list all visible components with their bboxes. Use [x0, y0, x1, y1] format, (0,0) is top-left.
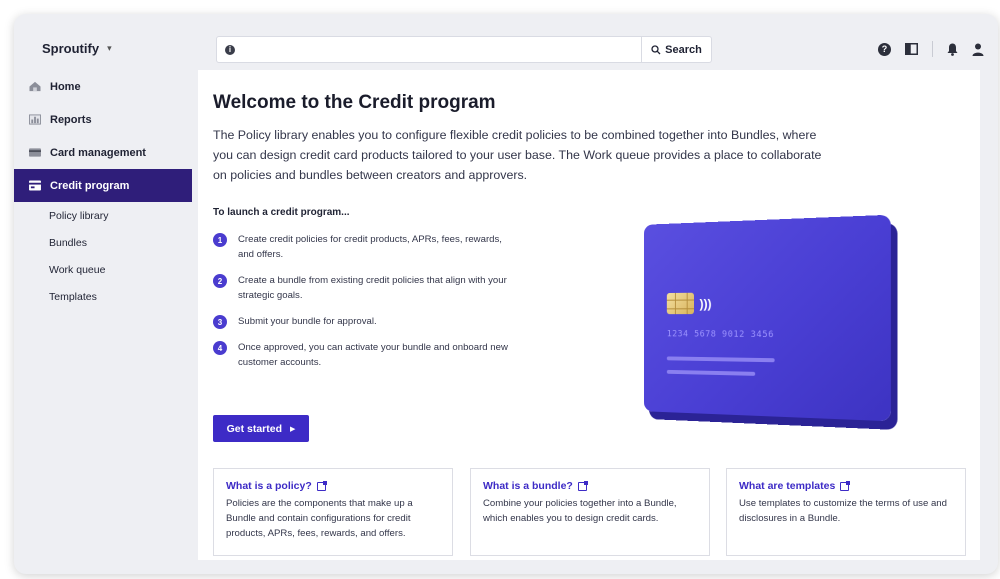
info-card-title: What is a policy? — [226, 480, 312, 492]
step-text: Once approved, you can activate your bun… — [238, 342, 508, 368]
external-link-icon — [316, 480, 327, 491]
intro-text: The Policy library enables you to config… — [213, 128, 822, 182]
contactless-icon: ))) — [699, 296, 712, 312]
org-switcher[interactable]: Sproutify ▾ — [42, 41, 112, 56]
policy-link[interactable]: What is a policy? — [226, 480, 440, 492]
main-content: Welcome to the Credit program The Policy… — [198, 70, 980, 560]
help-icon[interactable]: ? — [878, 42, 891, 56]
step-number-badge: 1 — [213, 233, 227, 247]
sidebar: Home Reports Card management Credit prog… — [14, 70, 192, 310]
search-button[interactable]: Search — [641, 37, 711, 62]
get-started-label: Get started — [226, 422, 283, 435]
list-item: 1 Create credit policies for credit prod… — [213, 232, 553, 262]
brand-name: Sproutify — [42, 41, 100, 56]
card-number: 1234 5678 9012 3456 — [666, 329, 775, 341]
step-text: Create credit policies for credit produc… — [238, 234, 502, 260]
info-card-policy: What is a policy? Policies are the compo… — [213, 468, 453, 556]
external-link-icon — [840, 480, 851, 491]
info-card-bundle: What is a bundle? Combine your policies … — [470, 468, 710, 556]
credit-card-illustration: ))) 1234 5678 9012 3456 — [628, 210, 898, 430]
sidebar-item-label: Reports — [50, 113, 92, 126]
info-card-desc: Use templates to customize the terms of … — [739, 498, 947, 524]
step-text: Submit your bundle for approval. — [238, 316, 377, 327]
info-card-title: What are templates — [739, 480, 836, 492]
reports-icon — [29, 114, 41, 125]
sidebar-item-label: Card management — [50, 146, 146, 159]
bundle-link[interactable]: What is a bundle? — [483, 480, 697, 492]
bell-icon[interactable] — [947, 43, 958, 56]
info-card-title: What is a bundle? — [483, 480, 573, 492]
info-card-desc: Combine your policies together into a Bu… — [483, 498, 677, 524]
search-bar: i Search — [216, 36, 712, 63]
external-link-icon — [577, 480, 588, 491]
credit-card: ))) 1234 5678 9012 3456 — [643, 214, 891, 422]
home-icon — [29, 81, 41, 92]
sidebar-item-credit-program[interactable]: Credit program — [14, 169, 192, 202]
search-input[interactable] — [235, 37, 641, 62]
sidebar-item-card-management[interactable]: Card management — [14, 136, 192, 169]
sidebar-subitem-policy-library[interactable]: Policy library — [14, 202, 192, 229]
sidebar-item-label: Credit program — [50, 179, 130, 192]
chip-icon — [666, 292, 695, 315]
info-icon[interactable]: i — [225, 44, 235, 55]
steps-list: 1 Create credit policies for credit prod… — [213, 232, 553, 381]
search-button-label: Search — [665, 43, 702, 56]
chevron-down-icon: ▾ — [107, 43, 112, 53]
card-icon — [29, 148, 41, 157]
templates-link[interactable]: What are templates — [739, 480, 953, 492]
sidebar-subitem-work-queue[interactable]: Work queue — [14, 256, 192, 283]
step-text: Create a bundle from existing credit pol… — [238, 275, 507, 301]
search-icon — [651, 44, 661, 54]
sidebar-item-reports[interactable]: Reports — [14, 103, 192, 136]
sidebar-item-label: Home — [50, 80, 81, 93]
list-item: 3 Submit your bundle for approval. — [213, 314, 553, 329]
app-window: Sproutify ▾ i Search ? Home Reports Card… — [14, 14, 998, 574]
step-number-badge: 2 — [213, 274, 227, 288]
list-item: 4 Once approved, you can activate your b… — [213, 340, 553, 370]
chevron-right-icon: ▶ — [290, 425, 296, 433]
info-card-desc: Policies are the components that make up… — [226, 498, 413, 539]
page-title: Welcome to the Credit program — [213, 92, 496, 113]
top-icons: ? — [878, 41, 984, 57]
step-number-badge: 4 — [213, 341, 227, 355]
list-item: 2 Create a bundle from existing credit p… — [213, 273, 553, 303]
launch-heading: To launch a credit program... — [213, 207, 350, 218]
credit-program-icon — [29, 180, 41, 191]
divider — [932, 41, 933, 57]
sidebar-subitem-bundles[interactable]: Bundles — [14, 229, 192, 256]
panel-toggle-icon[interactable] — [905, 43, 918, 55]
user-icon[interactable] — [972, 43, 984, 56]
card-line — [666, 356, 775, 363]
sidebar-item-home[interactable]: Home — [14, 70, 192, 103]
card-line — [666, 369, 756, 376]
get-started-button[interactable]: Get started ▶ — [213, 415, 309, 442]
sidebar-subitem-templates[interactable]: Templates — [14, 283, 192, 310]
info-card-templates: What are templates Use templates to cust… — [726, 468, 966, 556]
step-number-badge: 3 — [213, 315, 227, 329]
